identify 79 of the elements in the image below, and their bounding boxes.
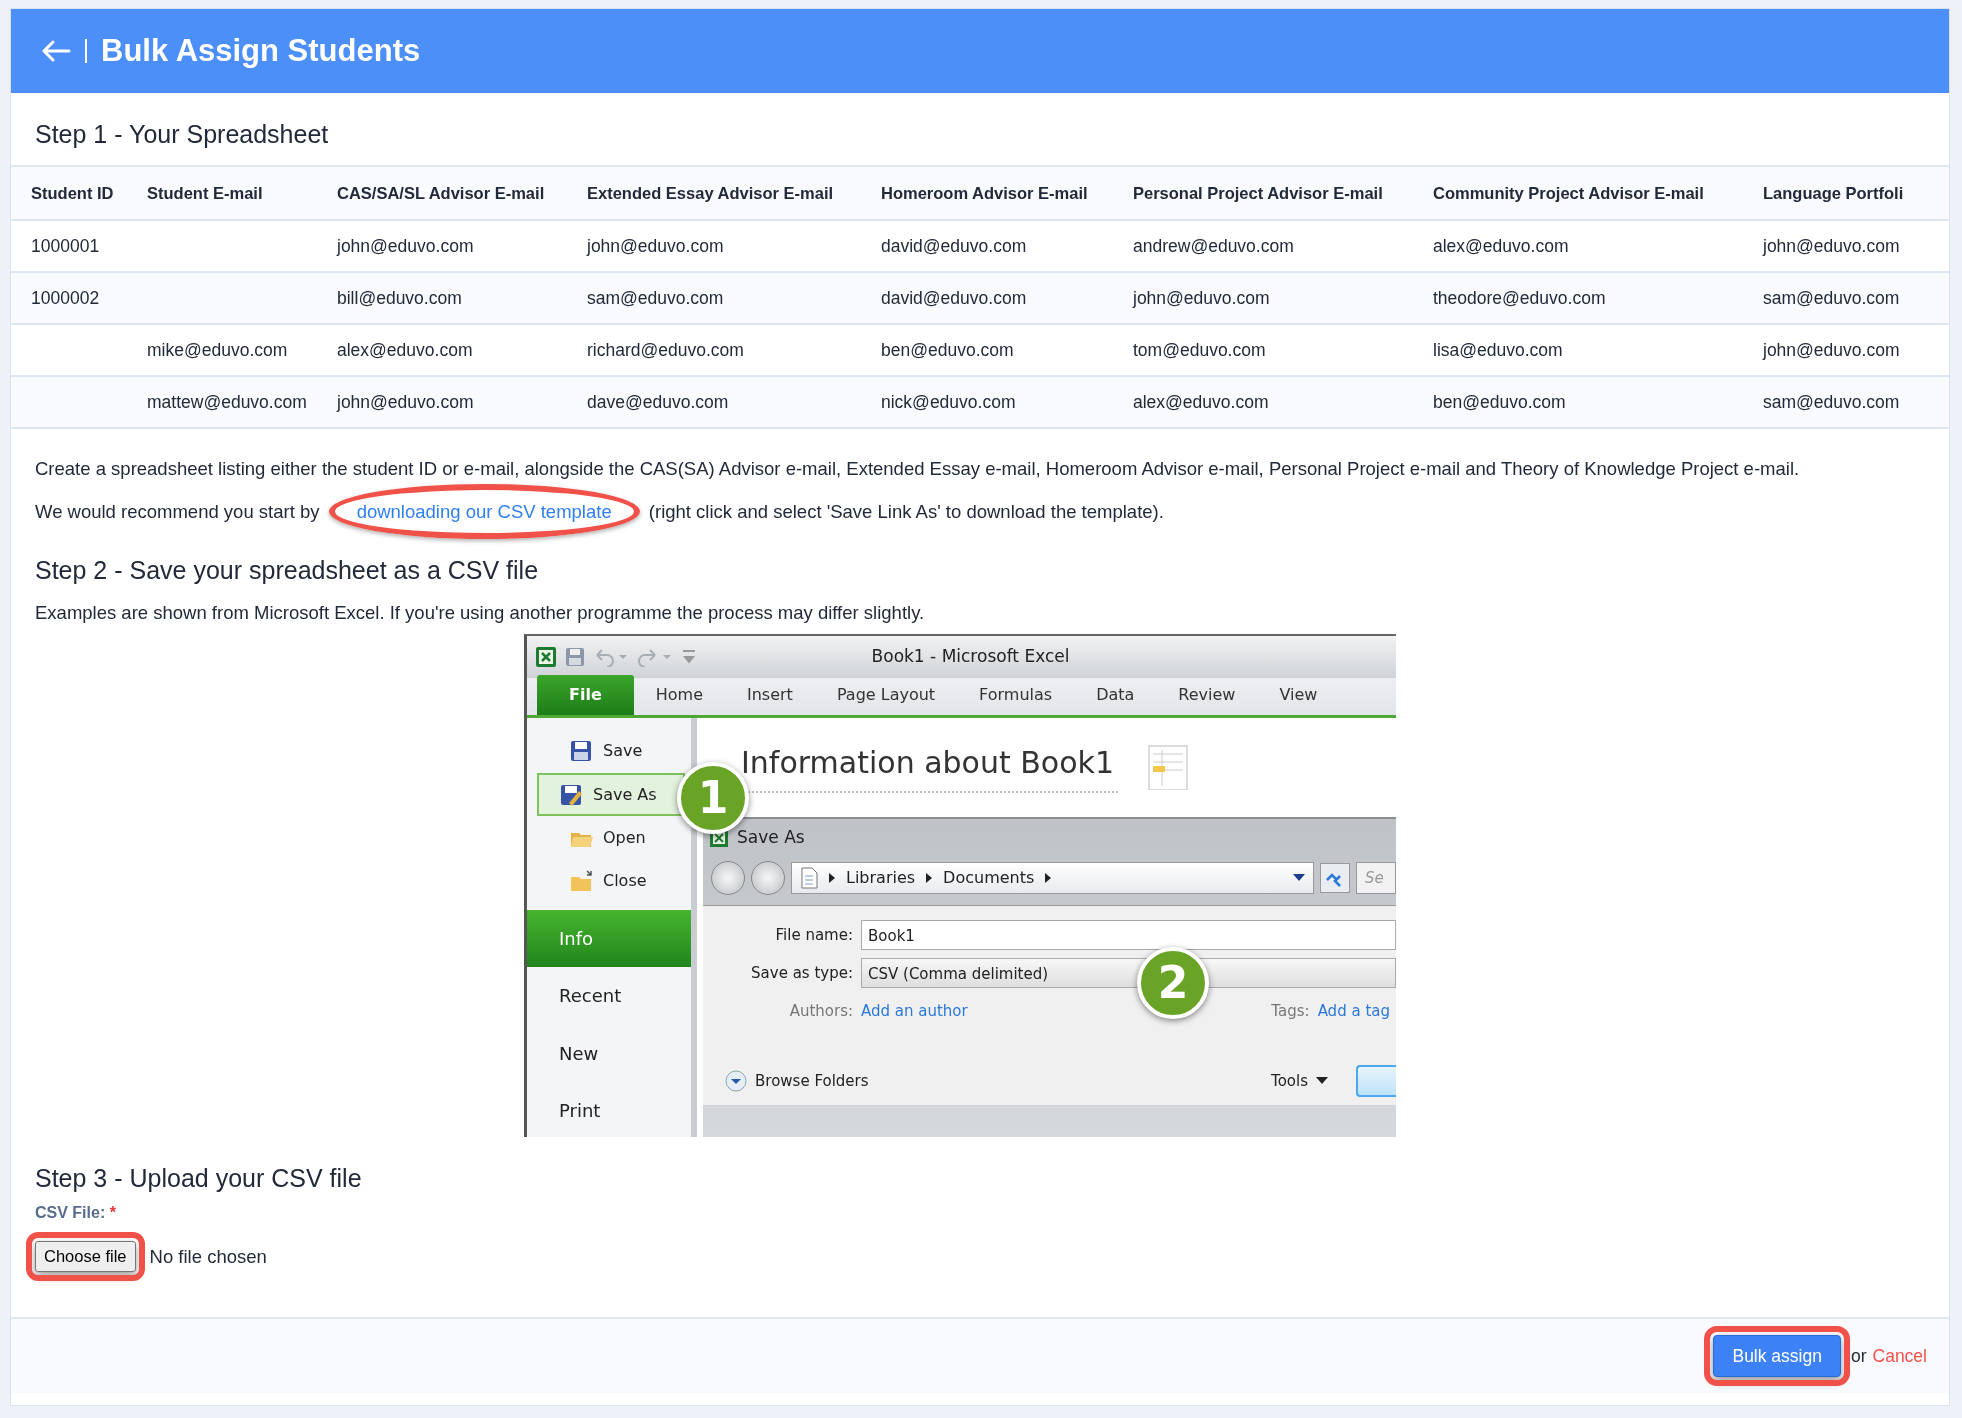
recommendation-text: We would recommend you start by downloading our CSV template (right click and select 'Save Link As' to download the template). [35,498,1925,525]
redo-icon[interactable] [637,647,673,667]
or-text: or [1850,1344,1867,1368]
column-header: Student E-mail [127,167,317,220]
column-header: Student ID [11,167,127,220]
breadcrumb-item[interactable]: Libraries [846,866,916,890]
column-header: Community Project Advisor E-mail [1413,167,1743,220]
spreadsheet-logo-icon [535,646,557,668]
chevron-icon [1044,872,1053,884]
input-field[interactable]: Book1 [861,920,1396,950]
author-link[interactable]: Add an author [861,999,968,1023]
page-title: Bulk Assign Students [101,31,421,70]
chevron-icon [925,872,934,884]
folder-icon [569,868,593,893]
ribbon-tab[interactable]: Formulas [957,683,1075,715]
save-as-icon [559,782,583,807]
dropdown-icon[interactable] [1316,1077,1328,1085]
undo-icon[interactable] [593,647,629,667]
menu-item[interactable]: New [527,1024,691,1082]
column-header: Personal Project Advisor E-mail [1113,167,1413,220]
ribbon-tab[interactable]: Review [1156,683,1258,715]
field-label: Save as type: [750,962,853,984]
menu-item[interactable]: Recent [527,967,691,1025]
browse-folders-link[interactable]: Browse Folders [755,1069,869,1093]
field-label: CSV File: * [35,1203,117,1223]
field-label: Authors: [788,1000,853,1022]
address-bar[interactable]: Libraries Documents [791,862,1314,894]
table-cell: john@eduvo.com [317,376,567,428]
save-icon [569,739,593,764]
tools-menu[interactable]: Tools [1271,1069,1308,1093]
chevron-icon [828,872,836,884]
table-cell: sam@eduvo.com [1743,376,1949,428]
field-label: File name: [774,924,853,946]
section-heading: Step 2 - Save your spreadsheet as a CSV file [35,555,540,585]
section-heading: Step 1 - Your Spreadsheet [35,119,330,149]
document-icon [800,867,818,889]
csv-template-link[interactable]: downloading our CSV template [356,501,612,522]
ribbon-tab[interactable]: File [537,675,634,715]
required-mark: * [108,1204,116,1221]
expand-icon[interactable] [725,1070,747,1092]
column-header: Homeroom Advisor E-mail [861,167,1113,220]
table-cell: john@eduvo.com [1113,272,1413,324]
menu-item[interactable]: Save As [537,772,685,817]
table-cell: david@eduvo.com [861,272,1113,324]
ribbon-tab[interactable]: Page Layout [814,683,958,715]
ribbon-tab[interactable]: Home [633,683,725,715]
table-cell: 1000002 [11,272,127,324]
note-text: Examples are shown from Microsoft Excel. If you're using another programme the process may differ slightly. [35,601,926,625]
table-cell: alex@eduvo.com [1113,376,1413,428]
file-status-text: No file chosen [149,1244,267,1269]
dialog-button[interactable] [1356,1065,1396,1097]
table-cell: nick@eduvo.com [861,376,1113,428]
table-cell: sam@eduvo.com [1743,272,1949,324]
table-cell: sam@eduvo.com [567,272,861,324]
ribbon-tab[interactable]: View [1257,683,1340,715]
column-header: Language Portfoli [1743,167,1949,220]
menu-item[interactable]: Close [537,859,685,902]
back-button[interactable] [711,861,745,895]
table-cell: bill@eduvo.com [317,272,567,324]
field-label: Tags: [1271,1000,1310,1022]
breadcrumb-item[interactable]: Documents [943,866,1035,890]
column-header: Extended Essay Advisor E-mail [567,167,861,220]
ribbon-tab[interactable]: Data [1074,683,1157,715]
section-heading: Step 3 - Upload your CSV file [35,1163,363,1193]
tag-link[interactable]: Add a tag [1317,999,1390,1023]
table-cell: mattew@eduvo.com [127,376,317,428]
ribbon-tab[interactable]: Insert [725,683,815,715]
description-text: Create a spreadsheet listing either the student ID or e-mail, alongside the CAS(SA) Advisor e-mail, Extended Essay e-mail, Homeroom Advisor e-mail, Personal Project e-mail and Theory of Knowledge Project e-mail. [35,457,1801,481]
menu-item[interactable]: Info [527,910,691,968]
menu-item[interactable]: Print [527,1081,691,1137]
table-cell: ben@eduvo.com [1413,376,1743,428]
dropdown-icon[interactable] [1293,874,1305,882]
column-header: CAS/SA/SL Advisor E-mail [317,167,567,220]
back-arrow-icon[interactable] [41,39,71,63]
forward-button[interactable] [751,861,785,895]
save-icon[interactable] [565,647,585,667]
table-cell: theodore@eduvo.com [1413,272,1743,324]
table-cell: dave@eduvo.com [567,376,861,428]
window-title: Book1 - Microsoft Excel [871,645,1071,669]
